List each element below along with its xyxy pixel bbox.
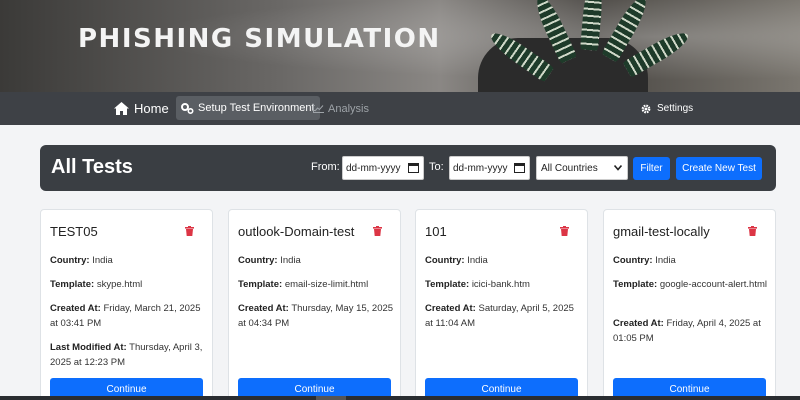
last-modified-field: Last Modified At: Thursday, April 3, 202… bbox=[50, 340, 208, 370]
country-field: Country: India bbox=[425, 253, 583, 268]
trash-icon[interactable] bbox=[373, 226, 382, 236]
trash-icon[interactable] bbox=[560, 226, 569, 236]
to-label: To: bbox=[429, 161, 444, 173]
country-field: Country: India bbox=[50, 253, 208, 268]
trash-icon[interactable] bbox=[748, 226, 757, 236]
country-select[interactable]: All Countries bbox=[536, 156, 628, 180]
test-name: outlook-Domain-test bbox=[238, 224, 355, 239]
template-value: skype.html bbox=[96, 279, 143, 290]
created-at-field: Created At: Thursday, May 15, 2025 at 04… bbox=[238, 301, 396, 331]
test-name: gmail-test-locally bbox=[613, 224, 710, 239]
gear-icon bbox=[641, 104, 651, 113]
from-date-input[interactable]: dd-mm-yyyy bbox=[342, 156, 424, 180]
template-label: Template: bbox=[50, 279, 95, 290]
country-value: India bbox=[92, 255, 113, 266]
template-value: email-size-limit.html bbox=[284, 279, 369, 290]
nav-settings-label: Settings bbox=[657, 103, 694, 114]
template-label: Template: bbox=[425, 279, 470, 290]
country-label: Country: bbox=[238, 255, 278, 266]
calendar-icon bbox=[408, 163, 419, 173]
created-at-label: Created At: bbox=[425, 303, 476, 314]
from-label: From: bbox=[311, 161, 340, 173]
created-at-field: Created At: Friday, April 4, 2025 at 01:… bbox=[613, 316, 771, 346]
nav-setup-label: Setup Test Environment bbox=[198, 102, 315, 114]
nav-settings[interactable]: Settings bbox=[641, 92, 693, 125]
created-at-label: Created At: bbox=[613, 318, 664, 329]
trash-icon[interactable] bbox=[185, 226, 194, 236]
last-modified-label: Last Modified At: bbox=[50, 342, 127, 353]
created-at-field: Created At: Friday, March 21, 2025 at 03… bbox=[50, 301, 208, 331]
created-at-label: Created At: bbox=[50, 303, 101, 314]
template-field: Template: google-account-alert.html bbox=[613, 277, 771, 292]
horizontal-scrollbar[interactable] bbox=[0, 396, 800, 400]
template-value: icici-bank.htm bbox=[471, 279, 530, 290]
template-field: Template: icici-bank.htm bbox=[425, 277, 583, 292]
country-label: Country: bbox=[613, 255, 653, 266]
filter-button[interactable]: Filter bbox=[633, 157, 670, 180]
calendar-icon bbox=[514, 163, 525, 173]
template-field: Template: skype.html bbox=[50, 277, 208, 292]
country-field: Country: India bbox=[238, 253, 396, 268]
scrollbar-thumb[interactable] bbox=[316, 396, 346, 400]
chart-line-icon bbox=[313, 104, 324, 113]
country-value: India bbox=[467, 255, 488, 266]
created-at-field: Created At: Saturday, April 5, 2025 at 1… bbox=[425, 301, 583, 331]
country-label: Country: bbox=[50, 255, 90, 266]
nav-setup-test-environment[interactable]: Setup Test Environment bbox=[176, 96, 320, 120]
created-at-label: Created At: bbox=[238, 303, 289, 314]
nav-analysis[interactable]: Analysis bbox=[313, 92, 369, 125]
page-title: All Tests bbox=[51, 156, 133, 178]
chevron-down-icon bbox=[614, 165, 622, 171]
nav-home-label: Home bbox=[134, 101, 169, 116]
template-field: Template: email-size-limit.html bbox=[238, 277, 396, 292]
country-value: India bbox=[655, 255, 676, 266]
template-label: Template: bbox=[238, 279, 283, 290]
create-new-test-button[interactable]: Create New Test bbox=[676, 157, 762, 180]
template-value: google-account-alert.html bbox=[659, 279, 768, 290]
country-value: India bbox=[280, 255, 301, 266]
country-field: Country: India bbox=[613, 253, 771, 268]
test-card: gmail-test-locally Country: India Templa… bbox=[603, 209, 776, 400]
home-icon bbox=[114, 102, 129, 115]
gears-icon bbox=[181, 102, 194, 114]
template-label: Template: bbox=[613, 279, 658, 290]
test-card: 101 Country: India Template: icici-bank.… bbox=[415, 209, 588, 400]
country-select-value: All Countries bbox=[541, 162, 598, 174]
hero-banner: PHISHING SIMULATION bbox=[0, 0, 800, 92]
to-date-input[interactable]: dd-mm-yyyy bbox=[449, 156, 530, 180]
from-date-value: dd-mm-yyyy bbox=[346, 162, 401, 174]
test-name: TEST05 bbox=[50, 224, 98, 239]
nav-home[interactable]: Home bbox=[114, 92, 169, 125]
to-date-value: dd-mm-yyyy bbox=[453, 162, 508, 174]
page-banner-title: PHISHING SIMULATION bbox=[78, 24, 441, 54]
test-card: outlook-Domain-test Country: India Templ… bbox=[228, 209, 401, 400]
test-name: 101 bbox=[425, 224, 447, 239]
tests-header-bar: All Tests From: dd-mm-yyyy To: dd-mm-yyy… bbox=[40, 145, 776, 191]
test-card: TEST05 Country: India Template: skype.ht… bbox=[40, 209, 213, 400]
top-nav: Home Setup Test Environment Analysis Set… bbox=[0, 92, 800, 125]
country-label: Country: bbox=[425, 255, 465, 266]
nav-analysis-label: Analysis bbox=[328, 102, 369, 115]
